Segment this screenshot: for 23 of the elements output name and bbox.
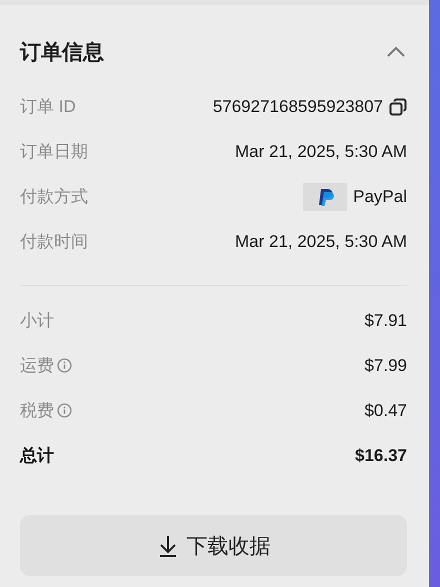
detail-value: Mar 21, 2025, 5:30 AM	[235, 142, 407, 162]
summary-value: $0.47	[364, 400, 407, 420]
detail-label: 付款方式	[20, 186, 88, 208]
detail-value: Mar 21, 2025, 5:30 AM	[235, 232, 407, 252]
summary-label: 运费	[20, 355, 54, 377]
copy-icon[interactable]	[389, 98, 407, 116]
summary-value: $7.91	[364, 310, 407, 330]
info-icon[interactable]	[57, 403, 72, 418]
detail-label: 付款时间	[20, 231, 88, 253]
info-icon[interactable]	[57, 358, 72, 373]
detail-value: PayPal	[353, 186, 407, 206]
detail-label: 订单日期	[20, 141, 88, 163]
summary-label: 小计	[20, 310, 54, 332]
section-title: 订单信息	[20, 40, 104, 66]
summary-label: 税费	[20, 400, 54, 422]
paypal-logo-icon	[303, 182, 348, 210]
detail-value: 576927168595923807	[212, 96, 383, 116]
download-button[interactable]: 下载收据	[20, 515, 407, 576]
summary-label: 总计	[20, 445, 54, 467]
summary-value: $7.99	[364, 356, 407, 376]
detail-label: 订单 ID	[20, 96, 76, 118]
chevron-icon	[386, 46, 406, 58]
summary-value: $16.37	[355, 446, 407, 466]
